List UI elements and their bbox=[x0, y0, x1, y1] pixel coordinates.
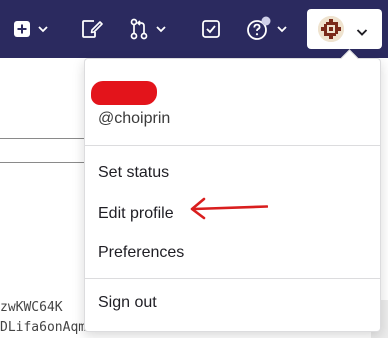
help-button[interactable] bbox=[246, 15, 287, 43]
user-menu-button[interactable] bbox=[307, 9, 382, 49]
issues-button[interactable] bbox=[81, 15, 103, 43]
background-divider bbox=[0, 138, 90, 139]
page-background: zwKWC64K DLifa6onAqmvkKoFYsc bbox=[0, 58, 90, 338]
red-arrow-annotation-icon bbox=[188, 196, 269, 225]
plus-square-icon bbox=[13, 20, 31, 38]
redacted-name bbox=[91, 81, 157, 105]
background-divider bbox=[0, 162, 90, 163]
menu-divider bbox=[85, 278, 380, 279]
chevron-down-icon bbox=[156, 25, 166, 33]
background-text: zwKWC64K bbox=[0, 300, 63, 315]
chevron-down-icon bbox=[356, 24, 368, 42]
top-navbar bbox=[0, 0, 388, 58]
help-icon bbox=[246, 16, 272, 42]
user-avatar-icon bbox=[318, 16, 344, 42]
preferences-item[interactable]: Preferences bbox=[98, 244, 184, 262]
set-status-item[interactable]: Set status bbox=[98, 164, 169, 182]
background-text: DLifa6onAqmvkKoFYsc bbox=[0, 320, 86, 335]
user-dropdown-menu: @choiprin Set status Edit profile Prefer… bbox=[84, 49, 381, 332]
new-menu-button[interactable] bbox=[13, 15, 48, 43]
merge-requests-button[interactable] bbox=[129, 15, 166, 43]
sign-out-item[interactable]: Sign out bbox=[98, 294, 157, 312]
menu-divider bbox=[85, 145, 380, 146]
username-label: @choiprin bbox=[98, 110, 171, 127]
edit-profile-item[interactable]: Edit profile bbox=[98, 205, 174, 223]
chevron-down-icon bbox=[38, 25, 48, 33]
chevron-down-icon bbox=[277, 25, 287, 33]
merge-request-icon bbox=[129, 18, 149, 40]
todo-checkbox-icon bbox=[201, 19, 221, 39]
edit-document-icon bbox=[81, 19, 103, 39]
todos-button[interactable] bbox=[201, 15, 221, 43]
